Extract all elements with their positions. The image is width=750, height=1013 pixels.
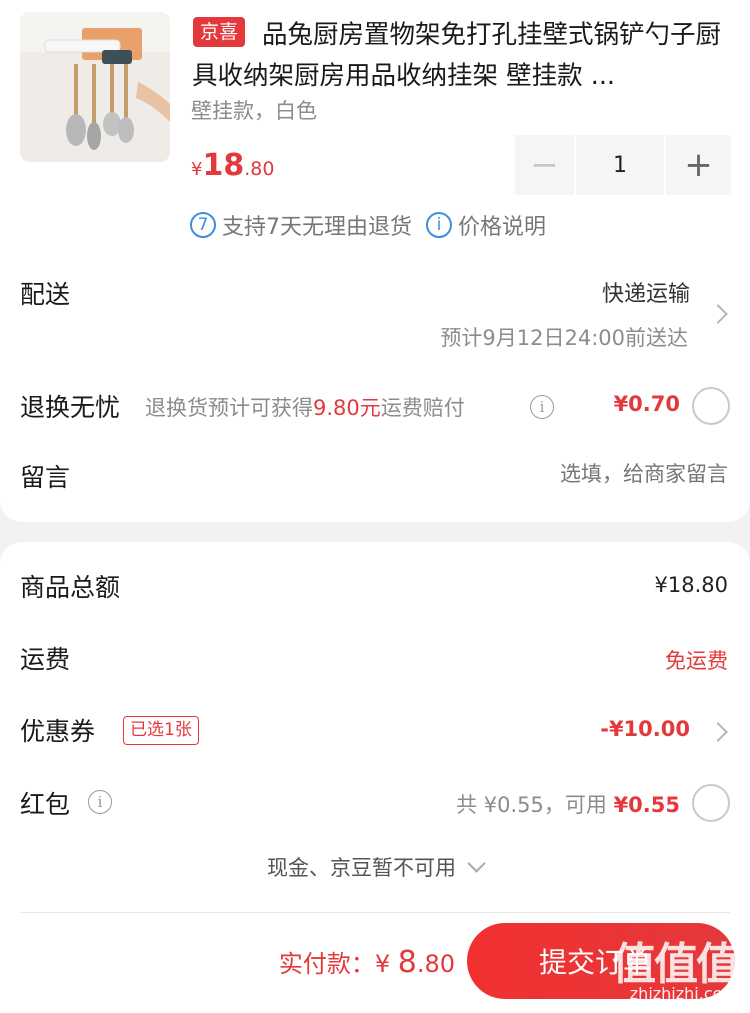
coupon-selected-tag: 已选1张	[123, 716, 199, 745]
price-currency: ¥	[191, 159, 203, 180]
goods-total-label: 商品总额	[20, 573, 121, 602]
watermark-url: zhizhizhi.com	[629, 984, 738, 1003]
red-packet-available: ¥0.55	[613, 793, 680, 817]
chevron-down-icon	[467, 853, 486, 873]
pay-integer: 8	[397, 945, 417, 980]
quantity-stepper: − 1 +	[515, 135, 731, 195]
coupon-label: 优惠券	[20, 717, 96, 746]
delivery-method[interactable]: 快递运输	[602, 276, 690, 308]
red-packet-total: 共 ¥0.55，可用	[456, 793, 614, 817]
return-worry-free-label: 退换无忧	[20, 393, 121, 422]
quantity-plus-button[interactable]: +	[666, 135, 731, 195]
red-packet-info-icon[interactable]: i	[88, 790, 112, 814]
order-product-card: 品兔厨房置物架免打孔挂壁式锅铲勺子厨具收纳架厨房用品收纳挂架 壁挂款 ... 京…	[0, 0, 750, 522]
price-explanation-link[interactable]: 价格说明	[458, 209, 546, 241]
red-packet-description: 共 ¥0.55，可用 ¥0.55	[456, 789, 680, 819]
product-spec: 壁挂款，白色	[191, 99, 317, 123]
quantity-minus-button[interactable]: −	[515, 135, 574, 195]
info-icon: i	[426, 212, 452, 238]
note-input[interactable]	[408, 462, 728, 486]
unavailable-payment-toggle[interactable]: 现金、京豆暂不可用	[0, 852, 750, 882]
return-info-icon[interactable]: i	[530, 395, 554, 419]
pay-label: 实付款：	[278, 950, 375, 978]
note-label: 留言	[20, 463, 71, 492]
red-packet-label: 红包	[20, 790, 71, 819]
product-price: ¥18.80	[191, 148, 274, 183]
delivery-eta: 预计9月12日24:00前送达	[440, 326, 688, 350]
seven-day-return-text[interactable]: 支持7天无理由退货	[222, 209, 412, 241]
price-decimal: .80	[244, 158, 275, 180]
jingxi-badge: 京喜	[193, 17, 246, 47]
red-packet-radio[interactable]	[692, 784, 730, 822]
watermark-logo: 值值值	[612, 939, 740, 990]
price-integer: 18	[202, 148, 245, 183]
shipping-fee-value: 免运费	[665, 649, 728, 673]
service-row: 7 支持7天无理由退货 i 价格说明	[190, 208, 546, 242]
return-price: ¥0.70	[613, 392, 680, 416]
delivery-label: 配送	[20, 280, 71, 309]
delivery-chevron-right-icon[interactable]	[708, 304, 728, 324]
return-insurance-radio[interactable]	[692, 387, 730, 425]
product-title[interactable]: 品兔厨房置物架免打孔挂壁式锅铲勺子厨具收纳架厨房用品收纳挂架 壁挂款 ...	[192, 15, 737, 97]
return-description: 退换货预计可获得9.80元运费赔付	[145, 392, 465, 422]
actual-payment-amount: 实付款：¥ 8.80	[279, 944, 455, 980]
return-desc-suffix: 运费赔付	[380, 396, 465, 420]
return-desc-amount: 9.80元	[313, 396, 381, 420]
quantity-value[interactable]: 1	[576, 135, 664, 195]
pay-decimal: .80	[416, 950, 455, 978]
shipping-fee-label: 运费	[20, 645, 71, 674]
goods-total-value: ¥18.80	[654, 573, 728, 597]
unavailable-payment-text: 现金、京豆暂不可用	[267, 856, 456, 880]
seven-day-return-icon: 7	[190, 212, 216, 238]
return-desc-prefix: 退换货预计可获得	[145, 396, 313, 420]
coupon-discount-value[interactable]: -¥10.00	[600, 717, 690, 741]
pay-currency: ¥	[374, 950, 398, 978]
product-image[interactable]	[20, 12, 170, 162]
